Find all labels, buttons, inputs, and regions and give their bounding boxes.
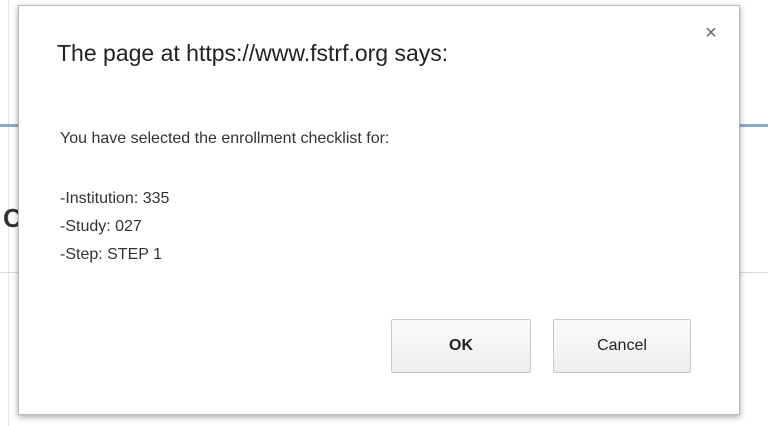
background-accent-line (740, 124, 768, 127)
dialog-message-intro: You have selected the enrollment checkli… (60, 130, 390, 147)
ok-button[interactable]: OK (391, 319, 531, 373)
dialog-message-study: -Study: 027 (60, 218, 142, 235)
alert-dialog: The page at https://www.fstrf.org says: … (18, 5, 740, 415)
background-accent-line (0, 124, 18, 127)
close-icon[interactable]: × (700, 22, 722, 44)
background-rule (740, 272, 768, 273)
dialog-message-institution: -Institution: 335 (60, 190, 170, 207)
cancel-button[interactable]: Cancel (553, 319, 691, 373)
background-rule (0, 272, 18, 273)
dialog-message-step: -Step: STEP 1 (60, 246, 162, 263)
dialog-title: The page at https://www.fstrf.org says: (57, 40, 449, 66)
